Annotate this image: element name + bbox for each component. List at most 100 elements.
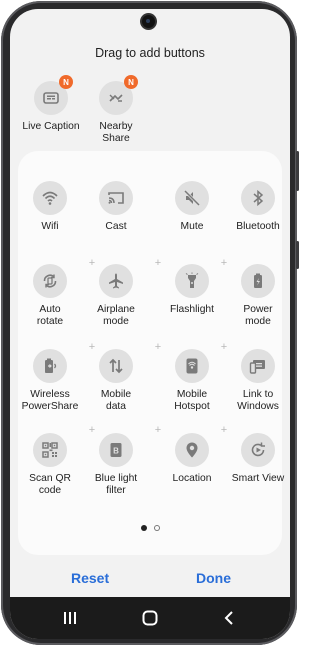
label-line: Hotspot [174, 401, 210, 412]
quick-setting-tile[interactable]: Scan QR code [17, 433, 83, 497]
label-line: Blue light [94, 473, 138, 484]
quick-setting-tile[interactable]: Smart View [225, 433, 290, 485]
blue-light-icon: B [107, 441, 125, 459]
quick-setting-tile[interactable]: Cast [83, 181, 149, 233]
plus-marker: + [88, 257, 96, 269]
tile-circle [33, 433, 67, 467]
label-line: Scan QR [29, 473, 71, 484]
page-dot[interactable] [141, 525, 147, 531]
available-button-label: Nearby Share [81, 121, 151, 145]
quick-setting-tile[interactable]: Wireless PowerShare [17, 349, 83, 413]
navigation-bar [10, 597, 290, 639]
quick-setting-tile[interactable]: Mute [159, 181, 225, 233]
tile-circle [241, 181, 275, 215]
active-buttons-panel: Wifi Cast Mute Bluetooth Auto rotate Airp… [17, 151, 284, 555]
mute-icon [183, 189, 201, 207]
smart-view-icon [249, 441, 267, 459]
available-button-label: Live Caption [16, 121, 86, 133]
wireless-powershare-icon [41, 357, 59, 375]
home-button[interactable] [130, 597, 170, 639]
label-line: Location [172, 473, 212, 484]
tile-label: Wifi [17, 221, 83, 233]
recent-apps-button[interactable] [50, 597, 90, 639]
tile-label: Smart View [225, 473, 290, 485]
quick-setting-tile[interactable]: Mobile Hotspot [159, 349, 225, 413]
cast-icon [107, 189, 125, 207]
label-line: PowerShare [21, 401, 79, 412]
tile-circle: B [99, 433, 133, 467]
quick-setting-tile[interactable]: Flashlight [159, 264, 225, 316]
label-line: Nearby [99, 121, 133, 132]
quick-setting-tile[interactable]: Wifi [17, 181, 83, 233]
tile-label: Location [159, 473, 225, 485]
power-button [296, 241, 299, 269]
label-line: Airplane [97, 304, 135, 315]
quick-setting-tile[interactable]: B Blue light filter [83, 433, 149, 497]
label-line: code [38, 485, 62, 496]
back-button[interactable] [210, 597, 250, 639]
tile-label: Mobile data [83, 389, 149, 413]
plus-marker: + [88, 424, 96, 436]
label-line: Auto [39, 304, 61, 315]
volume-button [296, 151, 299, 191]
plus-marker: + [154, 257, 162, 269]
page-dot[interactable] [154, 525, 160, 531]
tile-circle [175, 349, 209, 383]
label-line: Windows [237, 401, 279, 412]
plus-marker: + [220, 424, 228, 436]
tile-label: Bluetooth [225, 221, 290, 233]
back-icon [224, 611, 233, 625]
tile-label: Link to Windows [225, 389, 290, 413]
airplane-icon [107, 272, 125, 290]
quick-setting-tile[interactable]: Bluetooth [225, 181, 290, 233]
label-line: Bluetooth [236, 221, 280, 232]
front-camera [142, 15, 155, 28]
plus-marker: + [220, 257, 228, 269]
label-line: mode [103, 316, 129, 327]
quick-setting-tile[interactable]: Auto rotate [17, 264, 83, 328]
plus-marker: + [154, 424, 162, 436]
reset-button[interactable]: Reset [71, 570, 109, 586]
tile-circle [175, 433, 209, 467]
tile-circle [241, 264, 275, 298]
wifi-icon [41, 189, 59, 207]
page-title: Drag to add buttons [95, 46, 205, 60]
tile-circle [33, 264, 67, 298]
screen: Drag to add buttons N Live Caption N Nea… [10, 9, 290, 639]
bluetooth-icon [249, 189, 267, 207]
done-button[interactable]: Done [196, 570, 231, 586]
live-caption-circle: N [34, 75, 73, 115]
plus-marker: + [154, 341, 162, 353]
tile-circle [241, 433, 275, 467]
phone-frame: Drag to add buttons N Live Caption N Nea… [1, 1, 299, 645]
label-line: Mobile [100, 389, 132, 400]
qr-code-icon [41, 441, 59, 459]
nearby-share-icon [107, 89, 125, 107]
tile-label: Auto rotate [17, 304, 83, 328]
label-line: Wireless [30, 389, 70, 400]
tile-label: Mobile Hotspot [159, 389, 225, 413]
available-button[interactable]: N Live Caption [16, 75, 86, 133]
tile-label: Airplane mode [83, 304, 149, 328]
label-line: filter [106, 485, 126, 496]
tile-circle [175, 264, 209, 298]
available-button[interactable]: N Nearby Share [81, 75, 151, 145]
label-line: Link to [242, 389, 274, 400]
quick-setting-tile[interactable]: Link to Windows [225, 349, 290, 413]
label-line: Live Caption [22, 121, 80, 132]
label-line: mode [245, 316, 271, 327]
label-line: rotate [36, 316, 64, 327]
quick-setting-tile[interactable]: Power mode [225, 264, 290, 328]
label-line: Share [102, 133, 130, 144]
tile-label: Cast [83, 221, 149, 233]
tile-label: Wireless PowerShare [17, 389, 83, 413]
tile-circle [33, 349, 67, 383]
quick-setting-tile[interactable]: Location [159, 433, 225, 485]
tile-circle [99, 349, 133, 383]
auto-rotate-icon [41, 272, 59, 290]
quick-setting-tile[interactable]: Airplane mode [83, 264, 149, 328]
label-line: data [105, 401, 127, 412]
quick-setting-tile[interactable]: Mobile data [83, 349, 149, 413]
label-line: Flashlight [169, 304, 215, 315]
nearby-share-circle: N [99, 75, 138, 115]
